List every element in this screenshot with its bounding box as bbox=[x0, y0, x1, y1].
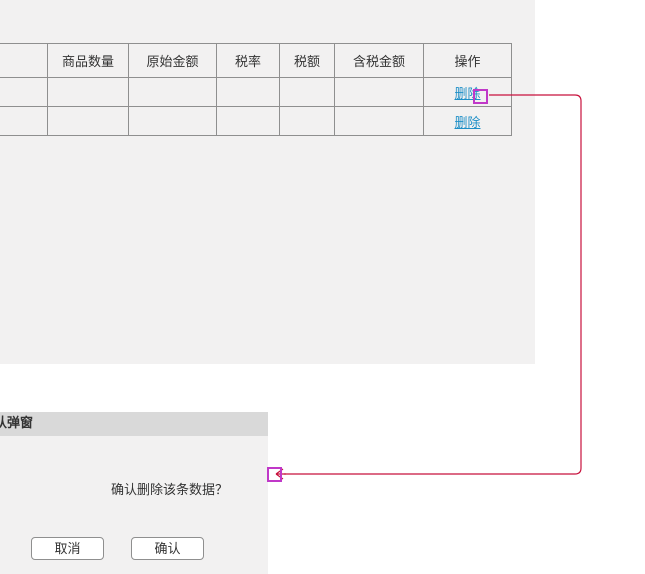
table-cell bbox=[128, 106, 217, 136]
dialog-title: 认弹窗 bbox=[0, 412, 268, 436]
cancel-button[interactable]: 取消 bbox=[31, 537, 104, 560]
header-cell-quantity: 商品数量 bbox=[47, 43, 129, 78]
table-cell bbox=[216, 106, 280, 136]
table-cell bbox=[0, 106, 48, 136]
table-cell bbox=[279, 77, 335, 107]
table-cell bbox=[279, 106, 335, 136]
table-cell bbox=[216, 77, 280, 107]
product-table: 商品数量 原始金额 税率 税额 含税金额 操作 删除 删除 bbox=[0, 43, 512, 136]
dialog-message: 确认删除该条数据？ bbox=[110, 483, 228, 498]
table-cell bbox=[334, 106, 424, 136]
table-cell-actions: 删除 bbox=[423, 77, 512, 107]
header-cell-tax-rate: 税率 bbox=[216, 43, 280, 78]
header-cell-actions: 操作 bbox=[423, 43, 512, 78]
header-cell-blank bbox=[0, 43, 48, 78]
header-cell-original-amount: 原始金额 bbox=[128, 43, 217, 78]
header-cell-amount-with-tax: 含税金额 bbox=[334, 43, 424, 78]
table-cell bbox=[128, 77, 217, 107]
header-cell-tax-amount: 税额 bbox=[279, 43, 335, 78]
delete-link[interactable]: 删除 bbox=[454, 116, 480, 131]
table-header-row: 商品数量 原始金额 税率 税额 含税金额 操作 bbox=[0, 43, 512, 78]
annotation-marker-target bbox=[267, 467, 282, 482]
confirm-button[interactable]: 确认 bbox=[131, 537, 204, 560]
table-cell bbox=[0, 77, 48, 107]
wireframe-canvas: 商品数量 原始金额 税率 税额 含税金额 操作 删除 删除 认弹窗 确认删除该条… bbox=[0, 0, 645, 574]
table-cell-actions: 删除 bbox=[423, 106, 512, 136]
table-cell bbox=[334, 77, 424, 107]
table-row: 删除 bbox=[0, 106, 512, 136]
annotation-marker-source bbox=[473, 89, 488, 104]
confirm-dialog: 认弹窗 确认删除该条数据？ 取消 确认 bbox=[0, 412, 268, 574]
table-cell bbox=[47, 106, 129, 136]
table-cell bbox=[47, 77, 129, 107]
table-panel: 商品数量 原始金额 税率 税额 含税金额 操作 删除 删除 bbox=[0, 0, 535, 364]
table-row: 删除 bbox=[0, 77, 512, 107]
